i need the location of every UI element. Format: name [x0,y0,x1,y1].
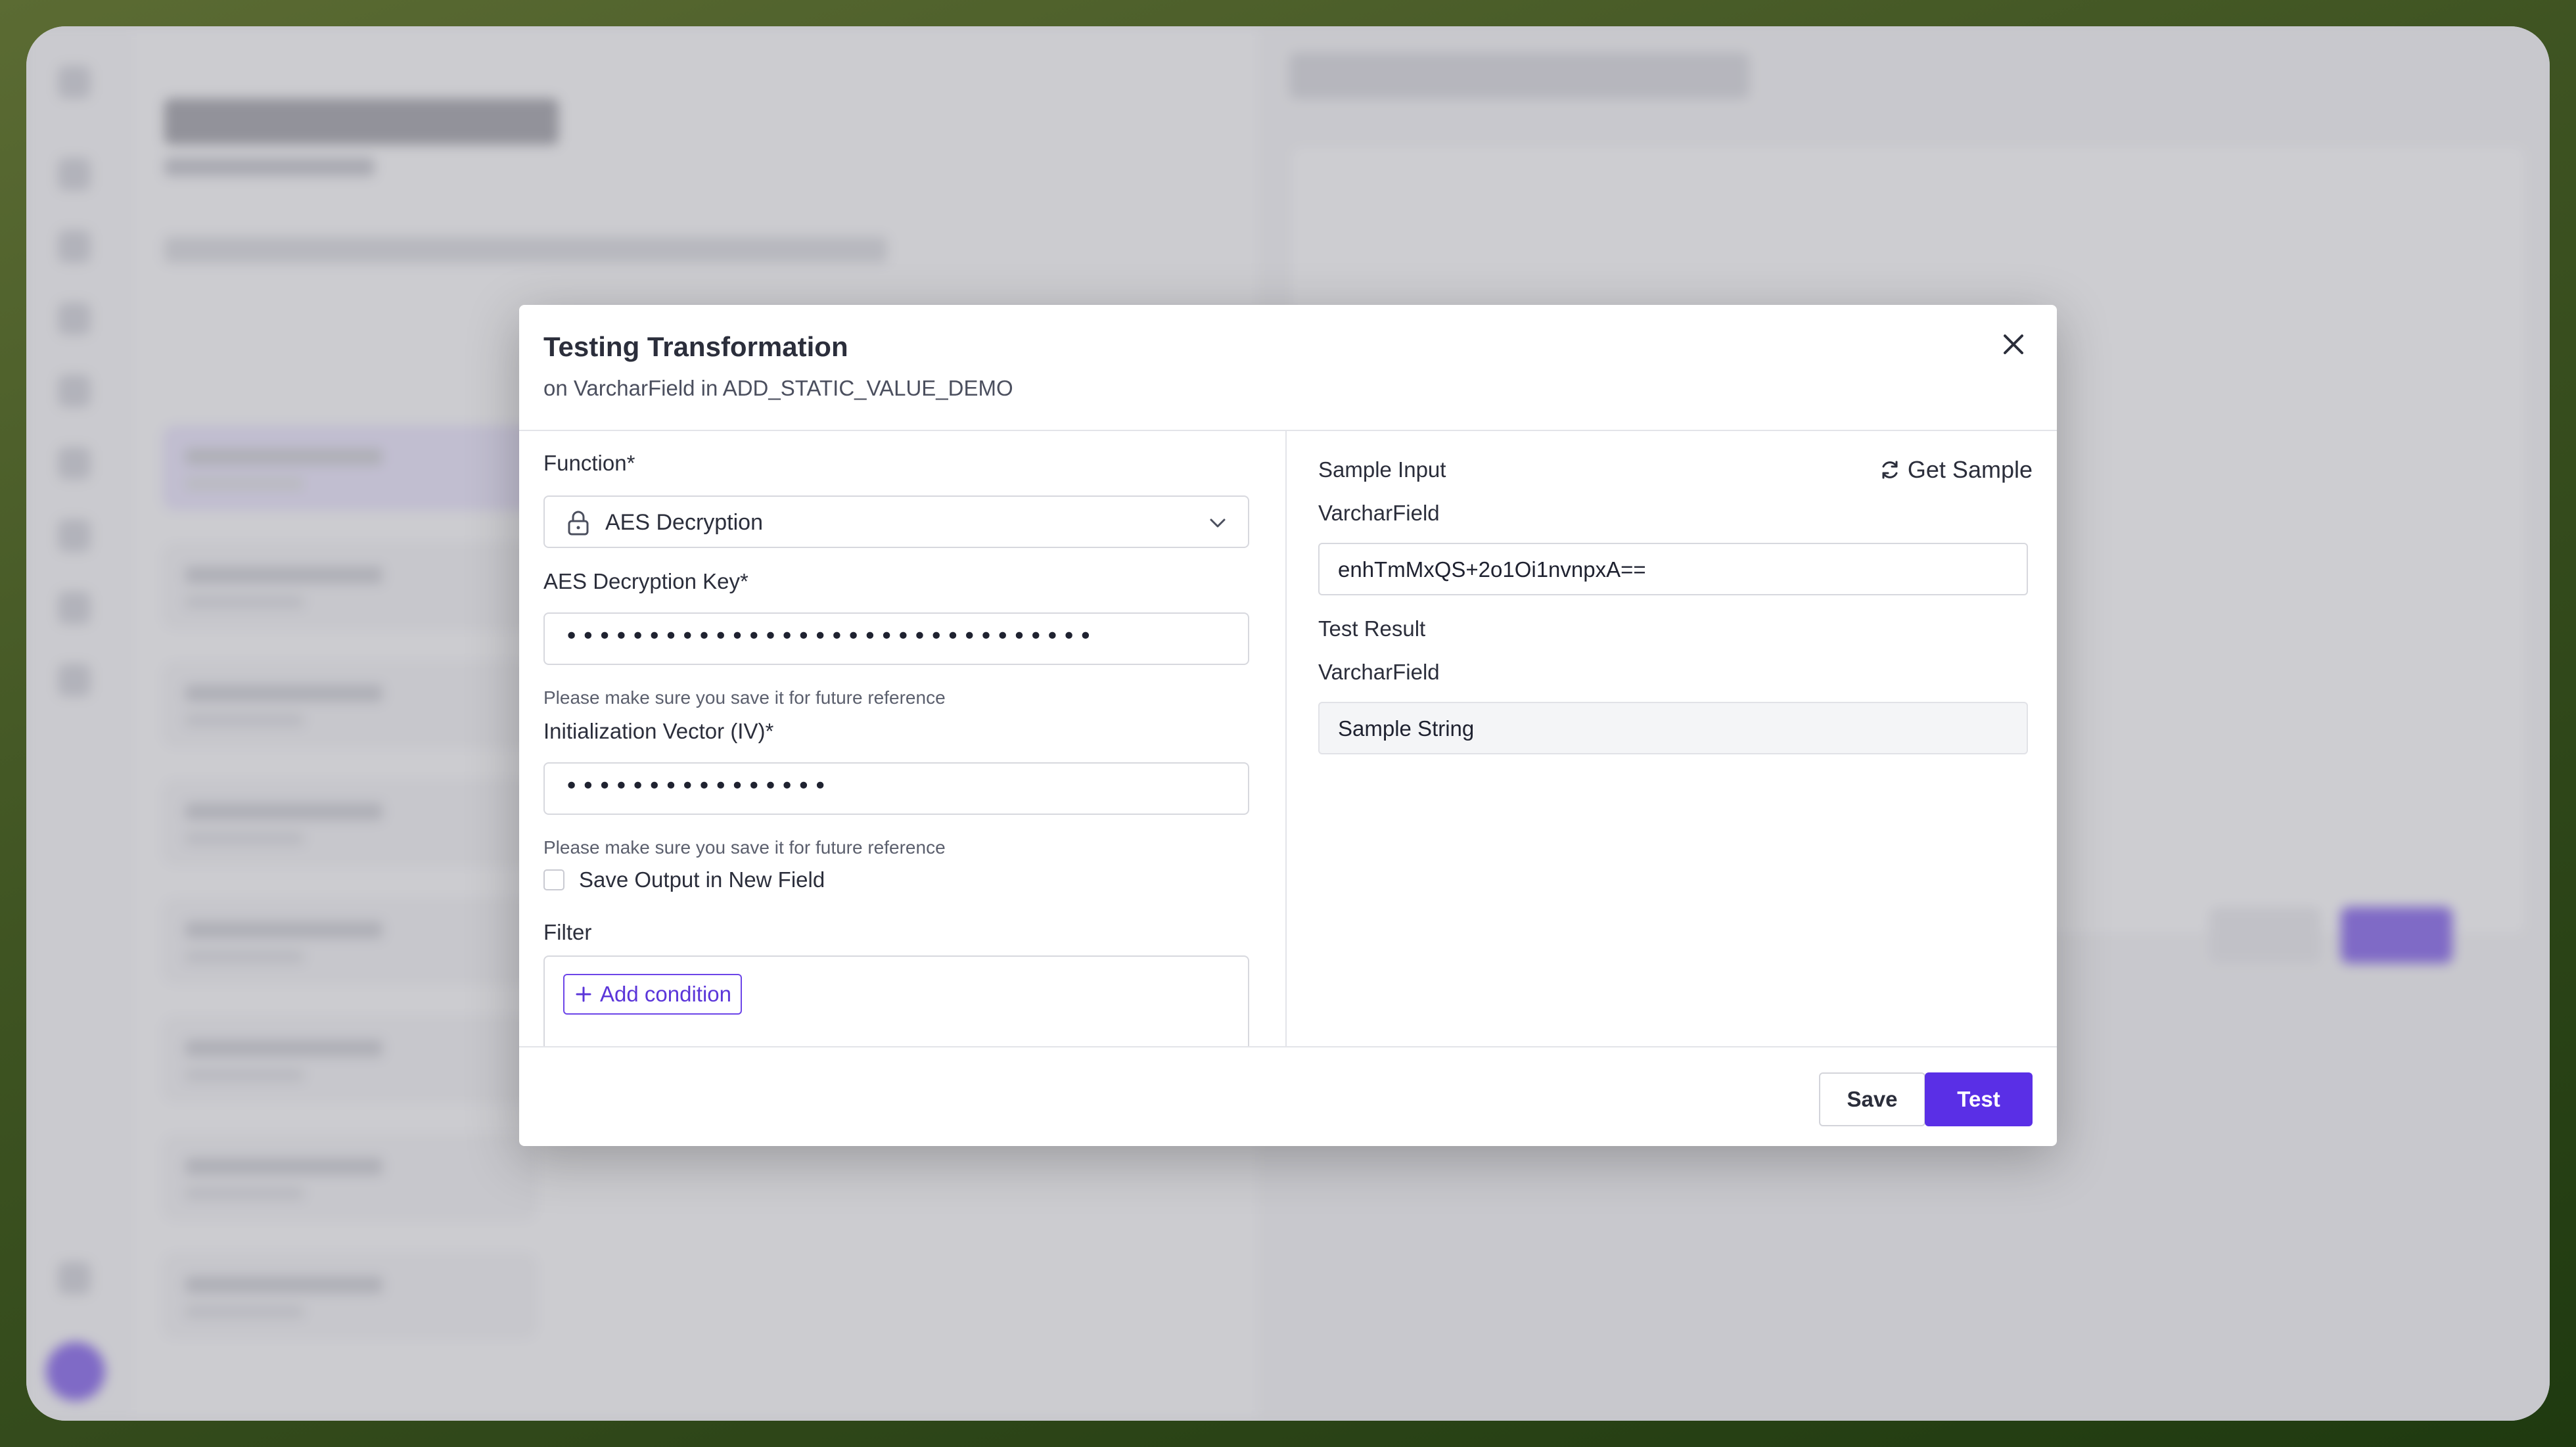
sample-column: Sample Input Get Sample VarcharField enh… [1287,431,2057,1046]
test-result-field-name: VarcharField [1318,660,1440,684]
close-icon [2004,334,2023,354]
sample-input-field[interactable]: enhTmMxQS+2o1Oi1nvnpxA== [1318,543,2028,595]
aes-key-input[interactable]: •••••••••••••••••••••••••••••••• [543,612,1249,665]
filter-label: Filter [543,920,592,944]
refresh-icon [1882,461,1898,479]
iv-helper: Please make sure you save it for future … [543,837,946,858]
chevron-down-icon [1210,518,1226,528]
aes-key-value: •••••••••••••••••••••••••••••••• [564,623,1095,650]
filter-box: Add condition [543,955,1249,1046]
iv-label: Initialization Vector (IV)* [543,719,774,743]
sample-input-title: Sample Input [1318,457,1446,482]
dialog-footer: Save Test [519,1046,2057,1146]
function-value: AES Decryption [605,510,763,535]
close-button[interactable] [1992,323,2035,365]
add-condition-label: Add condition [600,982,731,1006]
test-result-value: Sample String [1338,716,1475,741]
iv-value: •••••••••••••••• [564,773,830,800]
get-sample-button[interactable]: Get Sample [1879,456,2033,484]
save-output-option[interactable]: Save Output in New Field [543,867,825,892]
dialog-body: Function* AES Decryption AES Decryption … [519,431,2057,1046]
get-sample-label: Get Sample [1907,456,2033,483]
save-output-checkbox[interactable] [543,869,564,890]
function-select[interactable]: AES Decryption [543,495,1249,548]
test-result-field: Sample String [1318,702,2028,754]
test-button[interactable]: Test [1925,1072,2033,1126]
dialog-subtitle: on VarcharField in ADD_STATIC_VALUE_DEMO [543,376,1013,400]
plus-icon [576,986,591,1002]
testing-transformation-dialog: Testing Transformation on VarcharField i… [519,305,2057,1146]
add-condition-button[interactable]: Add condition [563,974,742,1015]
sample-input-value: enhTmMxQS+2o1Oi1nvnpxA== [1338,557,1646,582]
aes-key-helper: Please make sure you save it for future … [543,687,946,708]
save-button[interactable]: Save [1819,1072,1925,1126]
dialog-title: Testing Transformation [543,331,848,362]
config-column: Function* AES Decryption AES Decryption … [519,431,1287,1046]
save-output-label: Save Output in New Field [579,867,825,892]
aes-key-label: AES Decryption Key* [543,569,748,593]
app-window: Testing Transformation on VarcharField i… [26,26,2550,1421]
iv-input[interactable]: •••••••••••••••• [543,762,1249,815]
dialog-header: Testing Transformation on VarcharField i… [519,305,2057,431]
sample-input-field-name: VarcharField [1318,501,1440,525]
lock-icon [568,511,589,536]
function-label: Function* [543,451,635,475]
test-result-title: Test Result [1318,616,1426,641]
